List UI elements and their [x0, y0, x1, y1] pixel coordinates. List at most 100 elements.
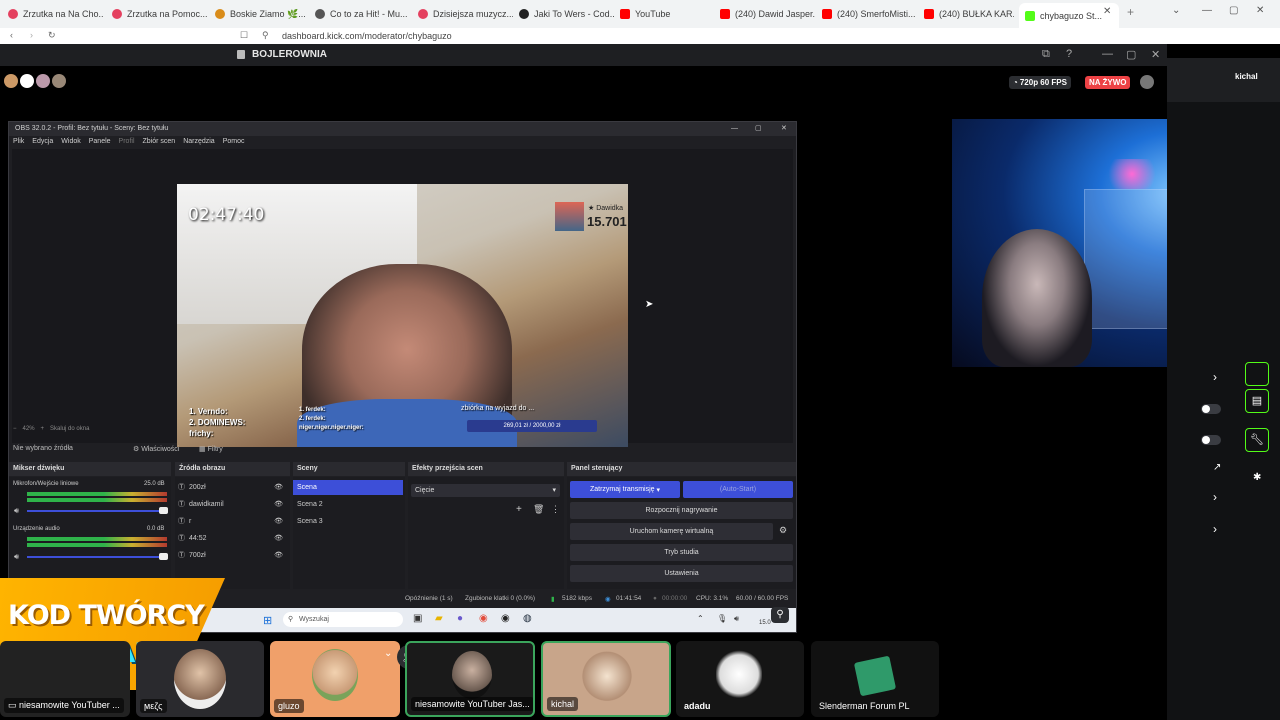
side-action-button[interactable] — [1245, 362, 1269, 386]
tray-chevron-icon[interactable]: ⌃ — [697, 614, 704, 623]
more-icon[interactable]: ⋮ — [551, 504, 560, 515]
volume-slider[interactable] — [27, 510, 167, 512]
microphone-icon[interactable]: 🎙︎ — [717, 614, 727, 623]
video-icon[interactable]: ▤ — [1245, 389, 1269, 413]
trash-icon[interactable]: 🗑︎ — [533, 504, 544, 515]
menu-help[interactable]: Pomoc — [223, 136, 245, 148]
minimize-icon[interactable]: — — [1202, 5, 1212, 16]
browser-tab[interactable]: (240) SmerfoMisti... — [822, 4, 917, 24]
settings-button[interactable]: Ustawienia — [570, 565, 793, 582]
toggle-switch[interactable] — [1201, 435, 1221, 445]
auto-start-button[interactable]: (Auto-Start) — [683, 481, 793, 498]
volume-slider-handle[interactable] — [159, 553, 168, 560]
minimize-icon[interactable]: — — [1102, 48, 1113, 60]
avatar[interactable] — [20, 74, 34, 88]
visibility-icon[interactable]: 👁︎ — [274, 480, 283, 495]
participant-tile[interactable]: Slenderman Forum PL — [811, 641, 939, 717]
url-text[interactable]: dashboard.kick.com/moderator/chybaguzo — [282, 31, 452, 41]
zoom-out-icon[interactable]: − — [13, 426, 17, 432]
volume-icon[interactable]: 🔊︎ — [734, 614, 739, 624]
external-link-icon[interactable]: ↗ — [1213, 462, 1221, 473]
toggle-switch[interactable] — [1201, 404, 1221, 414]
zoom-in-icon[interactable]: + — [41, 426, 45, 432]
browser-tab[interactable]: (240) BUŁKA KAR... — [924, 4, 1014, 24]
popout-icon[interactable]: ⧉ — [1042, 48, 1050, 61]
tab-search-icon[interactable]: ⌄ — [1172, 5, 1180, 16]
participant-tile[interactable]: kichal — [541, 641, 671, 717]
wrench-icon[interactable]: 🔧︎ — [1245, 428, 1269, 452]
chevron-right-icon[interactable]: › — [1213, 522, 1217, 536]
new-tab-icon[interactable]: + — [1127, 5, 1134, 19]
studio-mode-button[interactable]: Tryb studia — [570, 544, 793, 561]
reload-icon[interactable]: ↻ — [48, 30, 56, 41]
transition-select[interactable]: Cięcie ▾ — [411, 484, 560, 497]
obs-icon[interactable]: ◉ — [501, 613, 510, 624]
avatar[interactable] — [52, 74, 66, 88]
volume-slider-handle[interactable] — [159, 507, 168, 514]
discord-icon[interactable]: ● — [457, 613, 463, 624]
chevron-down-icon[interactable]: ⌄ — [384, 648, 392, 659]
browser-tab[interactable]: Jaki To Wers - Cod... — [519, 4, 614, 24]
browser-tab[interactable]: Zrzutka na Pomoc... — [112, 4, 207, 24]
avatar[interactable] — [4, 74, 18, 88]
folder-icon[interactable]: ▰ — [435, 613, 443, 624]
participant-tile[interactable]: ▭ niesamowite YouTuber ... — [0, 641, 130, 717]
list-item[interactable]: Ⓣ 44:52 👁︎ — [175, 531, 287, 546]
speaker-icon[interactable]: 🔊︎ — [14, 552, 19, 562]
taskbar-search[interactable]: ⚲ Wyszukaj — [283, 612, 403, 627]
browser-tab[interactable]: Co to za Hit! - Mu... — [315, 4, 410, 24]
chevron-right-icon[interactable]: › — [1213, 490, 1217, 504]
list-item[interactable]: Ⓣ 700zł 👁︎ — [175, 548, 287, 563]
maximize-icon[interactable]: ▢ — [1126, 48, 1136, 61]
bookmark-icon[interactable]: ☐ — [240, 30, 248, 41]
virtual-camera-button[interactable]: Uruchom kamerę wirtualną — [570, 523, 773, 540]
browser-tab[interactable]: Dzisiejsza muzycz... — [418, 4, 513, 24]
browser-tab[interactable]: Zrzutka na Na Cho... — [8, 4, 103, 24]
menu-file[interactable]: Plik — [13, 136, 24, 148]
menu-view[interactable]: Widok — [61, 136, 80, 148]
back-icon[interactable]: ‹ — [10, 30, 13, 40]
maximize-icon[interactable]: ▢ — [755, 122, 762, 136]
site-info-icon[interactable]: ⚲ — [262, 30, 269, 41]
maximize-icon[interactable]: ▢ — [1229, 5, 1238, 16]
speaker-icon[interactable]: 🔊︎ — [14, 506, 19, 516]
visibility-icon[interactable]: 👁︎ — [274, 548, 283, 563]
participant-tile[interactable]: adadu — [676, 641, 804, 717]
help-icon[interactable]: ? — [1066, 48, 1072, 60]
menu-scene-collection[interactable]: Zbiór scen — [143, 136, 176, 148]
participant-tile[interactable]: ϻεζς — [136, 641, 264, 717]
close-window-icon[interactable]: ✕ — [781, 122, 787, 136]
visibility-icon[interactable]: 👁︎ — [274, 531, 283, 546]
chrome-icon[interactable]: ◉ — [479, 613, 488, 624]
participant-tile[interactable]: niesamowite YouTuber Jas... — [405, 641, 535, 717]
chevron-right-icon[interactable]: › — [1213, 370, 1217, 384]
participant-tile[interactable]: gluzo ⌄ — [270, 641, 400, 717]
visibility-icon[interactable]: 👁︎ — [274, 497, 283, 512]
obs-preview[interactable]: 02:47:40 ★ Dawidka 15.701 1. Verndo: 2. … — [12, 149, 793, 447]
close-tab-icon[interactable]: ✕ — [1103, 6, 1111, 17]
close-window-icon[interactable]: ✕ — [1256, 5, 1264, 16]
add-icon[interactable]: + — [516, 504, 522, 515]
properties-button[interactable]: ⚙ Właściwości — [133, 445, 179, 453]
list-item[interactable]: Scena 2 — [293, 497, 403, 512]
avatar[interactable] — [36, 74, 50, 88]
steam-icon[interactable]: ◍ — [523, 613, 532, 624]
gear-icon[interactable]: ⚙ — [779, 525, 787, 536]
forward-icon[interactable]: › — [30, 30, 33, 40]
menu-edit[interactable]: Edycja — [32, 136, 53, 148]
list-item[interactable]: Ⓣr 👁︎ — [175, 514, 287, 529]
browser-tab[interactable]: Boskie Ziamo 🌿... — [215, 4, 310, 24]
visibility-icon[interactable]: 👁︎ — [274, 514, 283, 529]
list-item[interactable]: Ⓣdawidkamil 👁︎ — [175, 497, 287, 512]
settings-icon[interactable]: ✱ — [1253, 472, 1261, 483]
start-recording-button[interactable]: Rozpocznij nagrywanie — [570, 502, 793, 519]
close-window-icon[interactable]: ✕ — [1151, 48, 1160, 61]
task-view-icon[interactable]: ▣ — [413, 613, 422, 624]
chat-bubble-icon[interactable] — [1140, 75, 1154, 89]
stop-stream-button[interactable]: Zatrzymaj transmisję ▾ — [570, 481, 680, 498]
minimize-icon[interactable]: — — [731, 122, 738, 136]
menu-tools[interactable]: Narzędzia — [183, 136, 215, 148]
volume-slider[interactable] — [27, 556, 167, 558]
list-item[interactable]: Ⓣ 200zł 👁︎ — [175, 480, 287, 495]
scale-select[interactable]: Skaluj do okna — [50, 426, 89, 432]
